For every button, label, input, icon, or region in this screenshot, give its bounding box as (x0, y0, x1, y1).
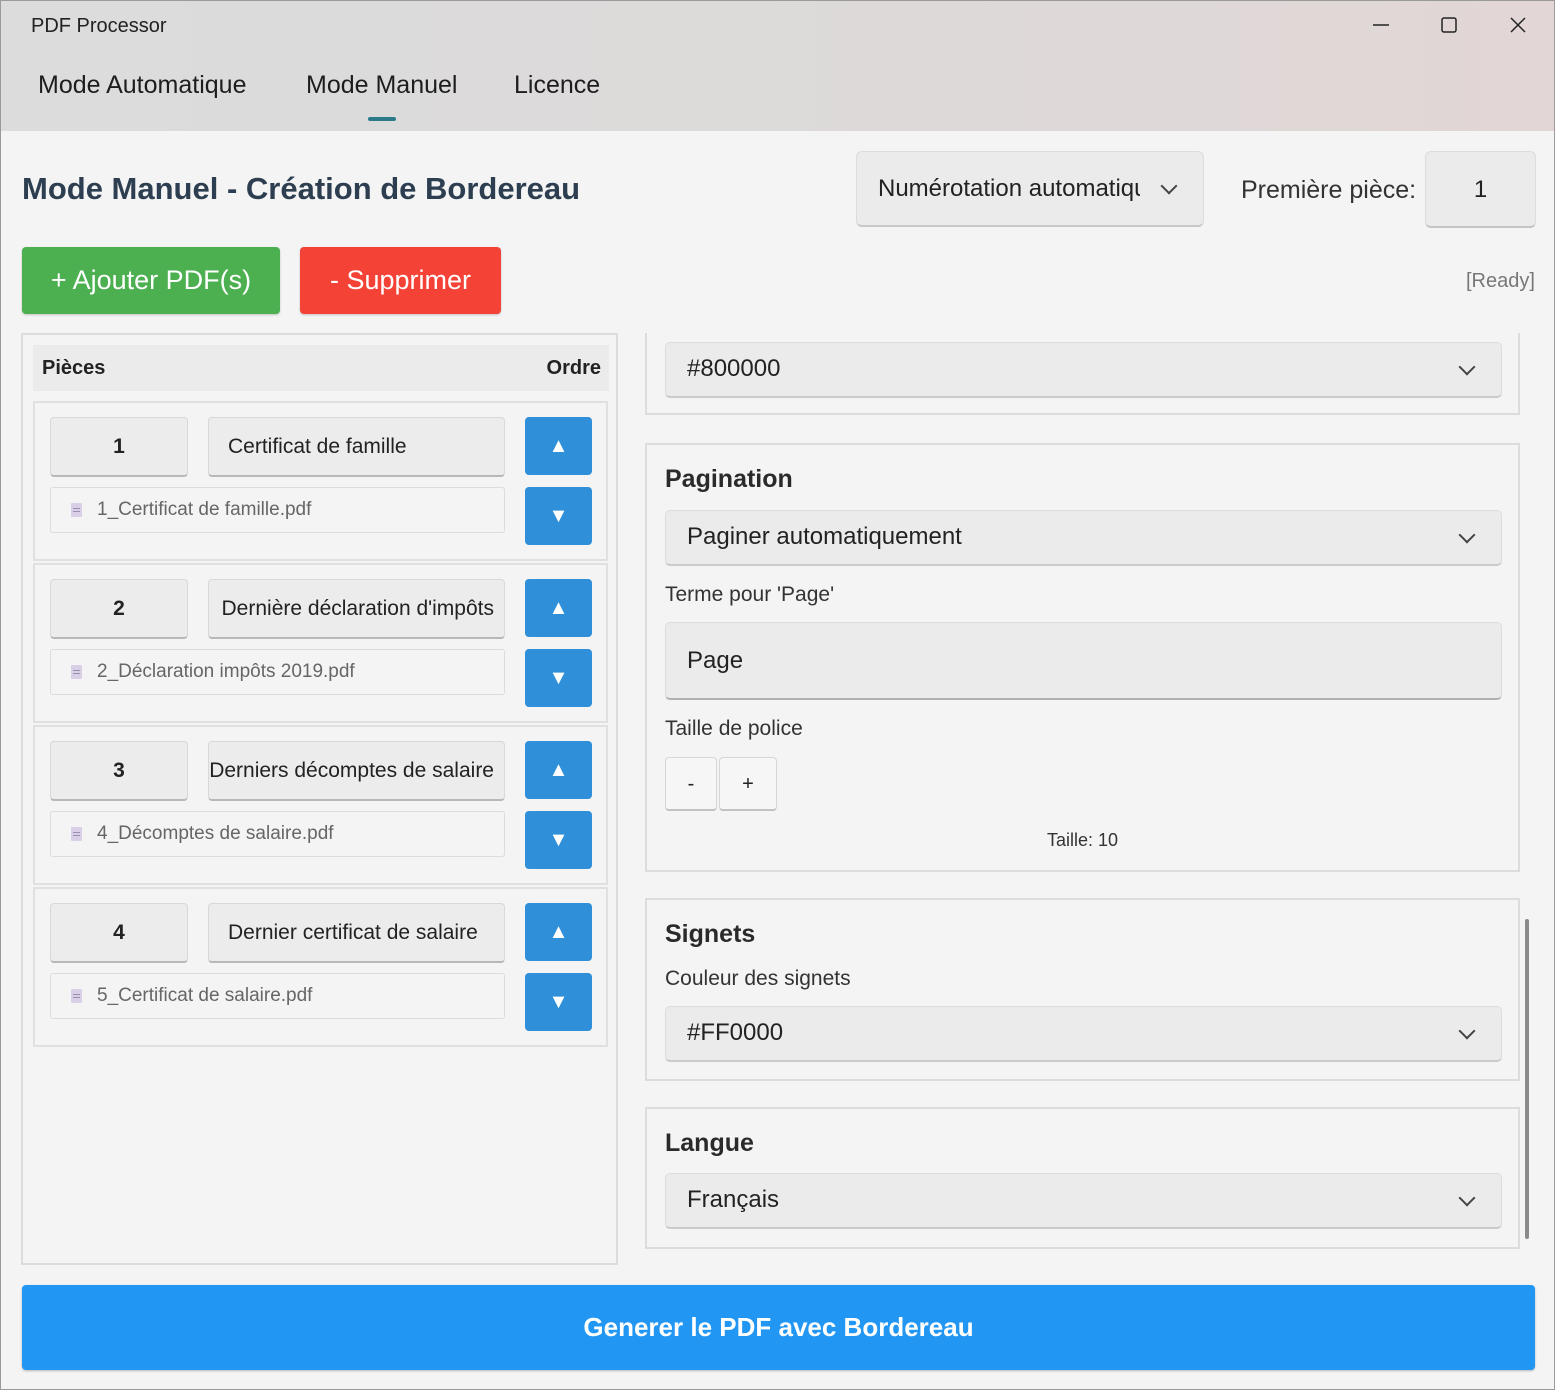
piece-title-input[interactable]: Derniers décomptes de salaire (208, 741, 505, 801)
generate-pdf-button[interactable]: Generer le PDF avec Bordereau (22, 1285, 1535, 1370)
minimize-button[interactable] (1351, 7, 1411, 43)
language-select[interactable]: Français (665, 1173, 1502, 1229)
bookmarks-group: Signets Couleur des signets #FF0000 (645, 898, 1520, 1081)
list-item: 4 Dernier certificat de salaire 5_Certif… (33, 887, 608, 1047)
tab-mode-automatique[interactable]: Mode Automatique (38, 71, 246, 100)
settings-scrollbar[interactable] (1525, 919, 1529, 1239)
list-item: 3 Derniers décomptes de salaire 4_Décomp… (33, 725, 608, 885)
piece-file-label: 1_Certificat de famille.pdf (97, 499, 312, 520)
maximize-button[interactable] (1419, 7, 1479, 43)
bookmarks-title: Signets (665, 920, 756, 948)
language-group: Langue Français (645, 1107, 1520, 1249)
numbering-mode-value: Numérotation automatique (878, 174, 1140, 202)
settings-scroll-area[interactable]: #800000 Pagination Paginer automatiqueme… (645, 333, 1520, 1268)
piece-file-name: 2_Déclaration impôts 2019.pdf (50, 649, 505, 695)
color-settings-group: #800000 (645, 333, 1520, 415)
pagination-mode-value: Paginer automatiquement (687, 523, 962, 550)
move-down-button[interactable]: ▼ (525, 487, 592, 545)
pagination-mode-select[interactable]: Paginer automatiquement (665, 510, 1502, 566)
active-tab-indicator (368, 117, 396, 121)
column-header-pieces: Pièces (42, 357, 106, 379)
column-header-order: Ordre (546, 357, 601, 379)
move-down-button[interactable]: ▼ (525, 811, 592, 869)
delete-button[interactable]: - Supprimer (300, 247, 501, 314)
minimize-icon (1373, 24, 1389, 26)
move-up-button[interactable]: ▲ (525, 741, 592, 799)
piece-number-input[interactable]: 4 (50, 903, 188, 963)
tab-licence[interactable]: Licence (514, 71, 600, 100)
font-size-label: Taille de police (665, 717, 803, 740)
page-term-label: Terme pour 'Page' (665, 583, 835, 606)
app-window: PDF Processor Mode Automatique Mode Manu… (0, 0, 1555, 1390)
piece-number-input[interactable]: 1 (50, 417, 188, 477)
font-size-decrease-button[interactable]: - (665, 757, 717, 811)
move-up-button[interactable]: ▲ (525, 417, 592, 475)
move-down-button[interactable]: ▼ (525, 649, 592, 707)
pagination-group: Pagination Paginer automatiquement Terme… (645, 443, 1520, 872)
piece-title-input[interactable]: Dernière déclaration d'impôts (208, 579, 505, 639)
list-item: 2 Dernière déclaration d'impôts 2_Déclar… (33, 563, 608, 723)
move-up-button[interactable]: ▲ (525, 903, 592, 961)
status-text: [Ready] (1466, 270, 1535, 292)
piece-file-name: 5_Certificat de salaire.pdf (50, 973, 505, 1019)
file-icon (71, 827, 82, 841)
pagination-title: Pagination (665, 465, 793, 493)
list-header: Pièces Ordre (33, 345, 609, 391)
font-size-value: Taille: 10 (1046, 830, 1119, 850)
color-select-value: #800000 (687, 355, 781, 382)
language-value: Français (687, 1186, 780, 1213)
move-down-button[interactable]: ▼ (525, 973, 592, 1031)
language-title: Langue (665, 1129, 754, 1157)
numbering-mode-select[interactable]: Numérotation automatique (856, 151, 1204, 227)
page-term-input[interactable]: Page (665, 622, 1502, 700)
chevron-down-icon (1160, 177, 1178, 194)
bookmark-color-value: #FF0000 (687, 1019, 784, 1046)
piece-number-input[interactable]: 3 (50, 741, 188, 801)
close-icon (1510, 17, 1526, 33)
maximize-icon (1441, 17, 1457, 33)
piece-title-input[interactable]: Certificat de famille (208, 417, 505, 477)
bookmark-color-select[interactable]: #FF0000 (665, 1006, 1502, 1062)
chevron-down-icon (1458, 526, 1476, 543)
file-icon (71, 665, 82, 679)
move-up-button[interactable]: ▲ (525, 579, 592, 637)
chevron-down-icon (1458, 358, 1476, 375)
first-piece-label: Première pièce: (1241, 176, 1417, 204)
page-title: Mode Manuel - Création de Bordereau (22, 171, 581, 206)
add-pdf-button[interactable]: + Ajouter PDF(s) (22, 247, 280, 314)
piece-number-input[interactable]: 2 (50, 579, 188, 639)
file-icon (71, 989, 82, 1003)
close-button[interactable] (1488, 7, 1548, 43)
title-bar: PDF Processor Mode Automatique Mode Manu… (1, 1, 1554, 131)
piece-file-label: 4_Décomptes de salaire.pdf (97, 823, 334, 844)
font-size-increase-button[interactable]: + (719, 757, 777, 811)
chevron-down-icon (1458, 1189, 1476, 1206)
piece-file-name: 4_Décomptes de salaire.pdf (50, 811, 505, 857)
piece-file-label: 2_Déclaration impôts 2019.pdf (97, 661, 355, 682)
piece-file-name: 1_Certificat de famille.pdf (50, 487, 505, 533)
pieces-list-panel: Pièces Ordre 1 Certificat de famille 1_C… (21, 333, 618, 1265)
piece-title-input[interactable]: Dernier certificat de salaire (208, 903, 505, 963)
tab-mode-manuel[interactable]: Mode Manuel (306, 71, 457, 100)
piece-file-label: 5_Certificat de salaire.pdf (97, 985, 313, 1006)
window-title: PDF Processor (31, 15, 167, 37)
color-select[interactable]: #800000 (665, 342, 1502, 398)
first-piece-input[interactable]: 1 (1425, 151, 1536, 228)
chevron-down-icon (1458, 1022, 1476, 1039)
file-icon (71, 503, 82, 517)
list-item: 1 Certificat de famille 1_Certificat de … (33, 401, 608, 561)
bookmark-color-label: Couleur des signets (665, 967, 851, 990)
